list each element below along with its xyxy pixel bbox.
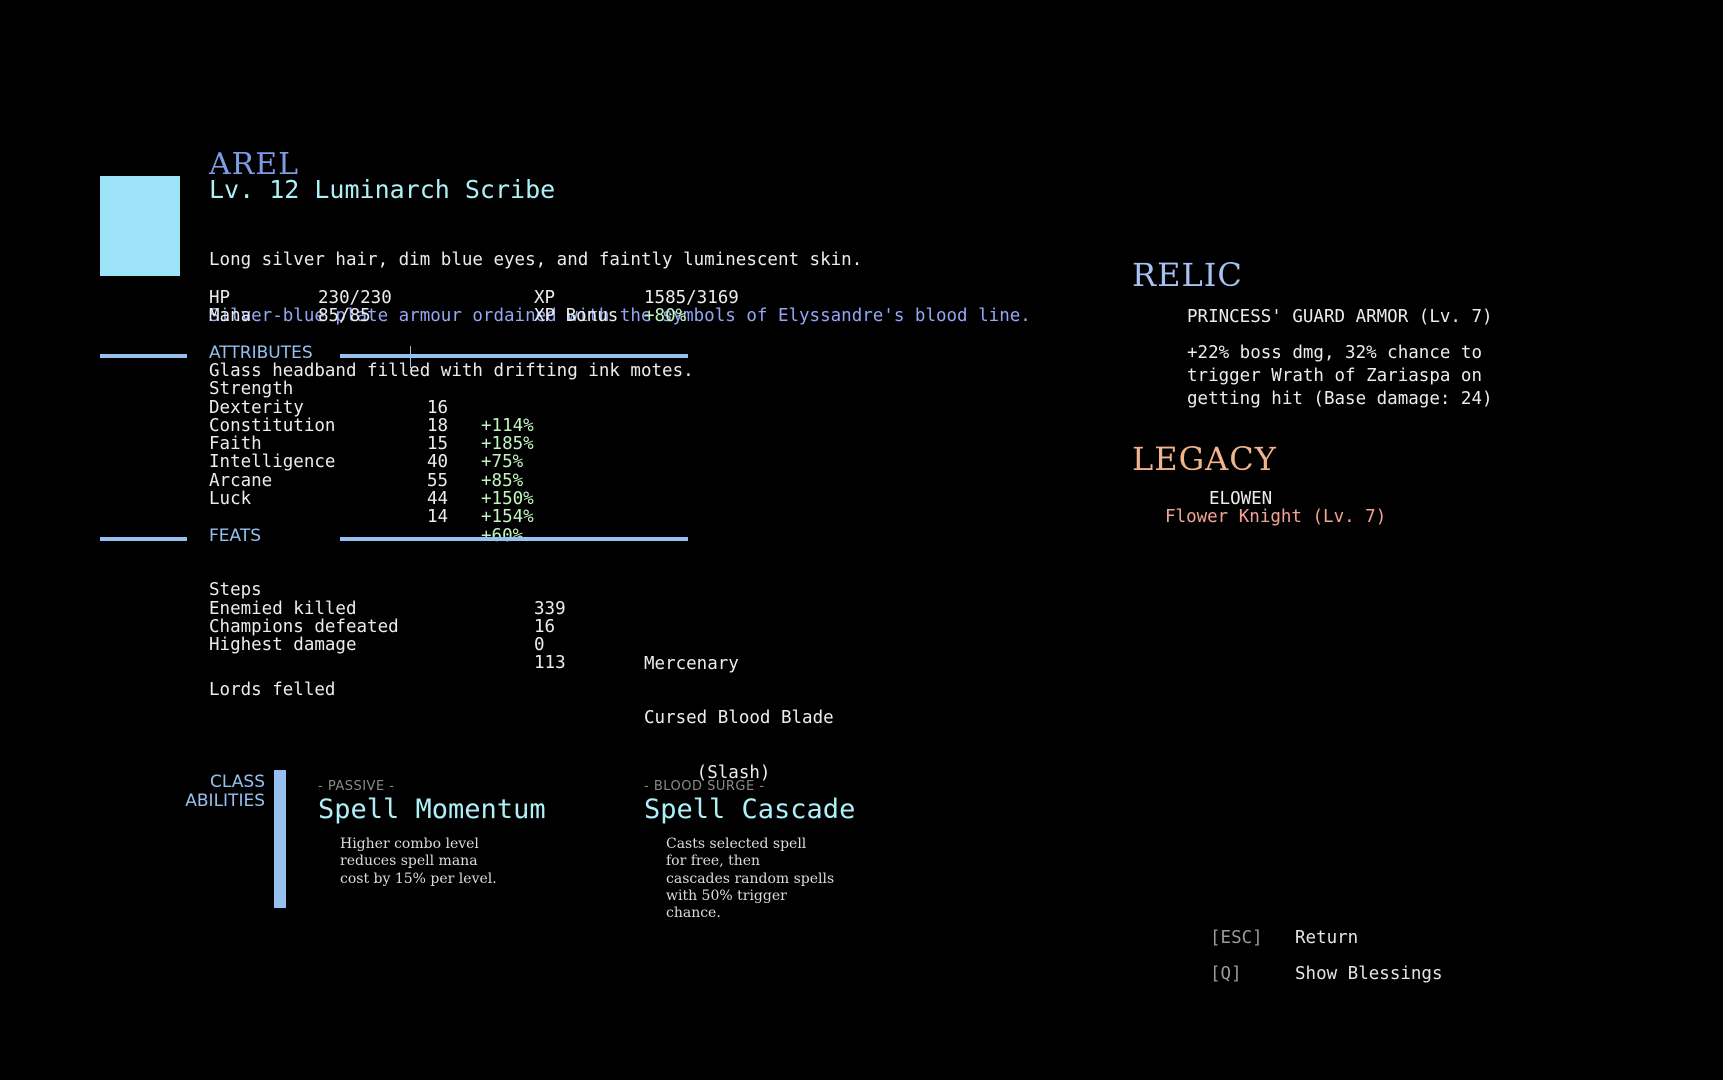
relic-header: RELIC bbox=[1132, 256, 1243, 294]
attribute-row: Luck 14 +60% bbox=[209, 472, 523, 545]
xp-bonus-label: XP Bonus bbox=[534, 306, 619, 326]
attribute-row: Arcane 44 +154% bbox=[209, 454, 534, 526]
ability-title: Spell Cascade bbox=[644, 794, 856, 825]
feat-name: Enemied killed bbox=[209, 598, 357, 619]
q-key-hint: [Q] bbox=[1210, 964, 1242, 984]
attribute-value: 55 bbox=[427, 470, 449, 491]
ability-tag: - PASSIVE - bbox=[318, 779, 395, 794]
ability-desc: Higher combo level reduces spell mana co… bbox=[340, 836, 497, 887]
lords-felled-label: Lords felled bbox=[209, 680, 336, 701]
damage-weapon: Cursed Blood Blade bbox=[644, 708, 834, 729]
ability-title: Spell Momentum bbox=[318, 794, 546, 825]
feat-value: 0 bbox=[534, 635, 545, 656]
hp-label: HP bbox=[209, 288, 231, 308]
attribute-bonus: +150% bbox=[481, 489, 534, 510]
feat-row: Lords felled bbox=[209, 663, 335, 700]
legacy-class: Flower Knight (Lv. 7) bbox=[1165, 507, 1387, 527]
attributes-header: ATTRIBUTES bbox=[209, 343, 313, 363]
attribute-bonus: +75% bbox=[481, 452, 524, 473]
attribute-row: Faith 40 +85% bbox=[209, 417, 523, 490]
section-divider bbox=[340, 354, 688, 358]
attribute-bonus: +60% bbox=[481, 525, 524, 546]
class-abilities-bar bbox=[274, 770, 286, 908]
ability-card-passive: - PASSIVE - Spell Momentum Higher combo … bbox=[318, 779, 546, 888]
section-divider bbox=[100, 537, 187, 541]
esc-key-hint: [ESC] bbox=[1210, 928, 1263, 948]
damage-source: Mercenary bbox=[644, 653, 739, 674]
section-divider bbox=[340, 537, 688, 541]
attribute-row: Constitution 15 +75% bbox=[209, 399, 523, 472]
attribute-bonus: +185% bbox=[481, 434, 534, 455]
relic-description: +22% boss dmg, 32% chance to trigger Wra… bbox=[1187, 343, 1493, 409]
attribute-bonus: +154% bbox=[481, 507, 534, 528]
character-class-level: Lv. 12 Luminarch Scribe bbox=[209, 175, 556, 204]
attribute-bonus: +114% bbox=[481, 415, 534, 436]
feats-header: FEATS bbox=[209, 526, 262, 546]
ability-desc: Casts selected spell for free, then casc… bbox=[666, 836, 835, 922]
feat-name: Champions defeated bbox=[209, 616, 399, 637]
legacy-name: ELOWEN bbox=[1209, 489, 1273, 509]
attribute-value: 44 bbox=[427, 489, 449, 510]
mana-value: 85/85 bbox=[318, 306, 371, 326]
relic-name: PRINCESS' GUARD ARMOR (Lv. 7) bbox=[1187, 307, 1493, 327]
feat-value: 16 bbox=[534, 616, 556, 637]
return-control[interactable]: [ESC] Return bbox=[1210, 928, 1470, 950]
xp-bonus-value: +80% bbox=[644, 306, 687, 326]
feat-name: Highest damage bbox=[209, 635, 357, 656]
ability-tag: - BLOOD SURGE - bbox=[644, 779, 765, 794]
description-line: Long silver hair, dim blue eyes, and fai… bbox=[209, 250, 863, 270]
attribute-name: Luck bbox=[209, 489, 252, 510]
attribute-row: Dexterity 18 +185% bbox=[209, 380, 534, 453]
class-abilities-label: CLASS ABILITIES bbox=[140, 773, 265, 810]
attribute-value: 40 bbox=[427, 452, 449, 473]
class-label-line: CLASS bbox=[210, 772, 265, 792]
description-line: Glass headband filled with drifting ink … bbox=[209, 361, 694, 381]
section-divider bbox=[100, 354, 187, 358]
cursor-caret bbox=[410, 346, 411, 368]
xp-label: XP bbox=[534, 288, 556, 308]
legacy-header: LEGACY bbox=[1132, 440, 1277, 478]
feat-value: 113 bbox=[534, 653, 566, 674]
attribute-bonus: +85% bbox=[481, 470, 524, 491]
class-label-line: ABILITIES bbox=[185, 790, 265, 811]
attribute-row: Intelligence 55 +150% bbox=[209, 435, 534, 508]
ability-card-blood-surge: - BLOOD SURGE - Spell Cascade Casts sele… bbox=[644, 779, 855, 922]
attribute-row: Strength 16 +114% bbox=[209, 362, 534, 435]
hp-value: 230/230 bbox=[318, 288, 392, 308]
show-blessings-control[interactable]: [Q] Show Blessings bbox=[1210, 964, 1470, 986]
feat-value: 339 bbox=[534, 598, 566, 619]
character-portrait bbox=[100, 176, 180, 276]
xp-value: 1585/3169 bbox=[644, 288, 739, 308]
show-blessings-label: Show Blessings bbox=[1295, 964, 1443, 984]
attribute-value: 14 bbox=[427, 507, 449, 528]
attribute-value: 16 bbox=[427, 397, 449, 418]
highest-damage-detail: Mercenary Cursed Blood Blade (Slash) bbox=[644, 618, 834, 801]
return-label: Return bbox=[1295, 928, 1359, 948]
mana-label: Mana bbox=[209, 306, 252, 326]
attribute-value: 18 bbox=[427, 415, 449, 436]
attribute-value: 15 bbox=[427, 434, 449, 455]
